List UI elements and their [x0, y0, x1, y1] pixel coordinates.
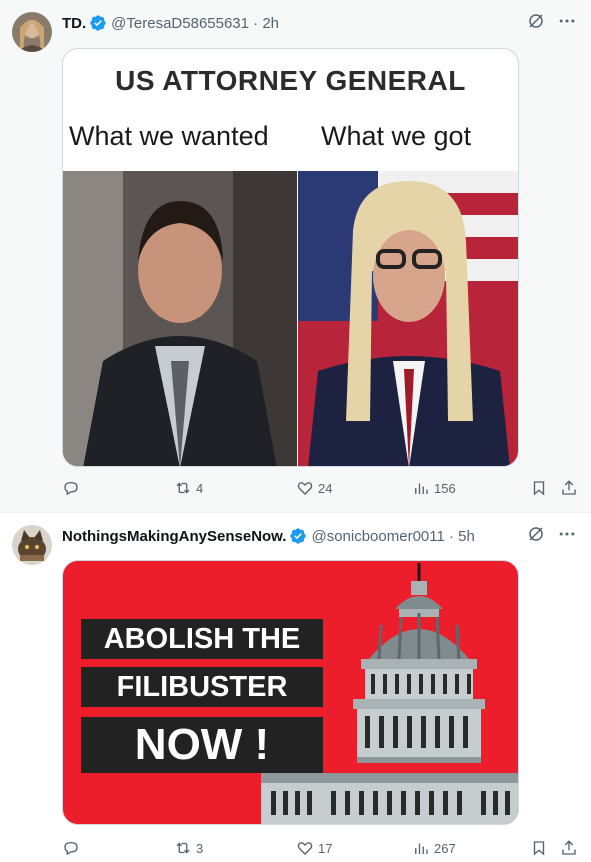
reply-button[interactable]: [62, 479, 84, 497]
tweet-actions: 4 24 156: [62, 479, 582, 499]
grok-icon[interactable]: [527, 525, 545, 543]
bookmark-button[interactable]: [530, 479, 548, 497]
repost-button[interactable]: 4: [174, 479, 203, 497]
verified-badge-icon: [89, 14, 107, 32]
right-photo: [298, 171, 518, 466]
tweet-image[interactable]: ABOLISH THE FILIBUSTER NOW !: [62, 560, 519, 825]
share-icon: [562, 840, 576, 855]
banner-line-2: FILIBUSTER: [81, 667, 323, 707]
views-button[interactable]: 156: [412, 479, 456, 497]
meme-left-caption: What we wanted: [69, 121, 269, 151]
share-button[interactable]: [560, 479, 578, 497]
like-icon: [297, 482, 313, 495]
tweet-actions: 3 17 267: [62, 839, 582, 859]
display-name[interactable]: NothingsMakingAnySenseNow.: [62, 528, 286, 545]
bookmark-button[interactable]: [530, 839, 548, 857]
handle-timestamp[interactable]: @sonicboomer0011 · 5h: [311, 528, 474, 545]
avatar[interactable]: [12, 525, 52, 565]
more-icon[interactable]: [557, 11, 577, 31]
handle-timestamp[interactable]: @TeresaD58655631 · 2h: [111, 15, 279, 32]
views-icon: [415, 483, 428, 494]
tweet-header: TD. @TeresaD58655631 · 2h: [62, 13, 279, 33]
reply-icon: [64, 842, 78, 856]
banner-line-3: NOW !: [81, 717, 323, 773]
reply-icon: [64, 482, 78, 496]
left-photo: [63, 171, 297, 466]
tweet[interactable]: TD. @TeresaD58655631 · 2h US ATTORNEY GE…: [0, 0, 591, 512]
views-count: 156: [434, 480, 456, 496]
avatar[interactable]: [12, 12, 52, 52]
more-icon[interactable]: [557, 524, 577, 544]
grok-icon[interactable]: [527, 12, 545, 30]
repost-count: 4: [196, 480, 204, 496]
repost-count: 3: [196, 840, 204, 856]
repost-icon: [176, 482, 190, 494]
meme-title: US ATTORNEY GENERAL: [115, 65, 466, 96]
tweet-header: NothingsMakingAnySenseNow. @sonicboomer0…: [62, 526, 475, 546]
views-icon: [415, 843, 428, 854]
repost-button[interactable]: 3: [174, 839, 203, 857]
tweet-image[interactable]: US ATTORNEY GENERAL What we wanted What …: [62, 48, 519, 467]
views-button[interactable]: 267: [412, 839, 456, 857]
like-icon: [297, 842, 313, 855]
reply-button[interactable]: [62, 839, 84, 857]
like-count: 24: [318, 480, 333, 496]
bookmark-icon: [533, 841, 545, 856]
like-button[interactable]: 24: [296, 479, 332, 497]
like-button[interactable]: 17: [296, 839, 332, 857]
display-name[interactable]: TD.: [62, 15, 86, 32]
share-button[interactable]: [560, 839, 578, 857]
tweet[interactable]: NothingsMakingAnySenseNow. @sonicboomer0…: [0, 513, 591, 862]
views-count: 267: [434, 840, 456, 856]
repost-icon: [176, 842, 190, 854]
meme-right-caption: What we got: [321, 121, 472, 151]
bookmark-icon: [533, 481, 545, 496]
verified-badge-icon: [289, 527, 307, 545]
share-icon: [562, 480, 576, 495]
banner-line-1: ABOLISH THE: [81, 619, 323, 659]
like-count: 17: [318, 840, 333, 856]
